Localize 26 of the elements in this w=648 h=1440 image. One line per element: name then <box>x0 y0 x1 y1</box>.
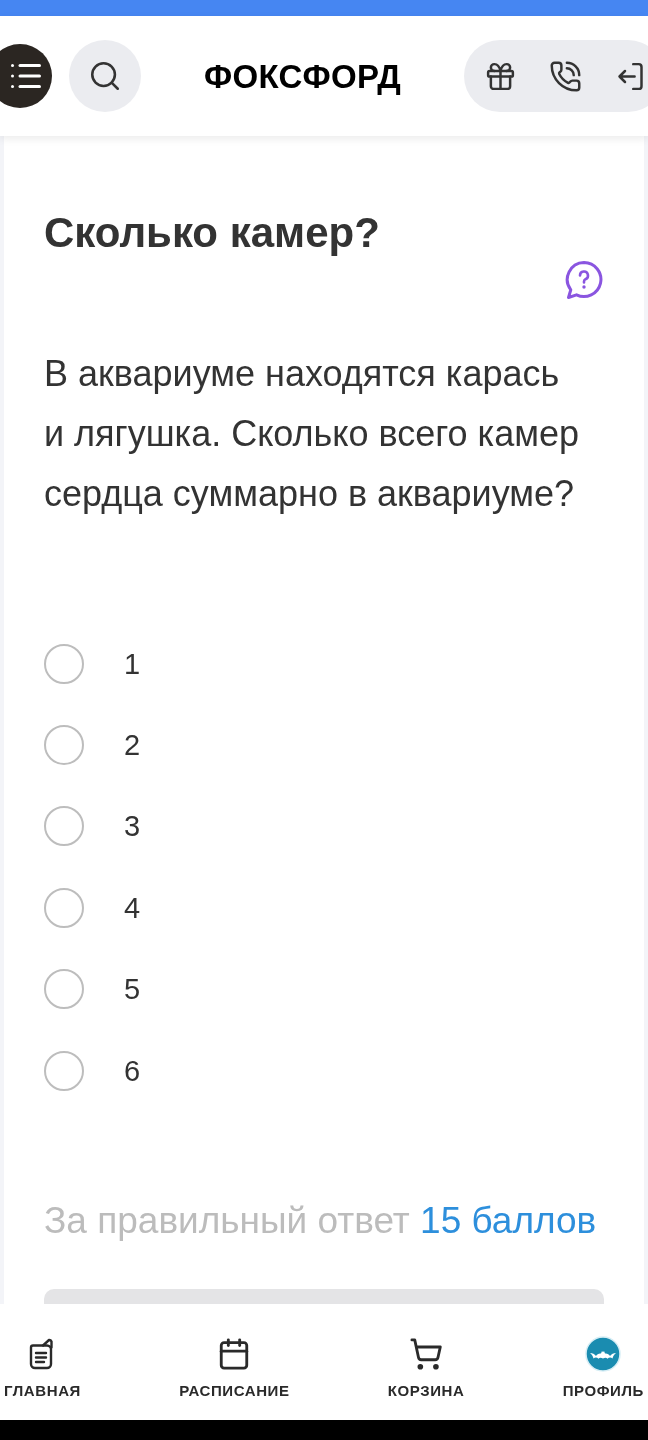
option-label[interactable]: 4 <box>124 887 141 928</box>
option-label[interactable]: 2 <box>124 725 141 766</box>
question-text: В аквариуме находятся карась и лягушка. Сколько всего камер сердца суммарно в аквариуме? <box>44 352 580 516</box>
radio-button[interactable] <box>44 806 84 847</box>
avatar-icon <box>585 1336 622 1372</box>
reward-note: За правильный ответ 15 баллов <box>44 1199 598 1244</box>
nav-tab[interactable]: КОРЗИНА <box>387 1336 465 1420</box>
radio-button[interactable] <box>44 725 84 766</box>
option-label[interactable]: 5 <box>124 969 141 1010</box>
menu-button[interactable] <box>0 44 52 108</box>
task-title: Сколько камер? <box>44 208 381 258</box>
logo[interactable]: ФОКСФОРД <box>203 59 402 93</box>
radio-button[interactable] <box>44 969 84 1010</box>
search-icon <box>88 59 122 93</box>
radio-button[interactable] <box>44 643 84 684</box>
radio-button[interactable] <box>44 887 84 928</box>
option-label[interactable]: 6 <box>124 1050 141 1091</box>
phone-icon[interactable] <box>549 59 582 93</box>
option-label[interactable]: 3 <box>124 806 141 847</box>
help-chat-icon[interactable] <box>564 260 604 300</box>
option-label[interactable]: 1 <box>124 643 141 684</box>
cart-icon <box>408 1336 445 1372</box>
nav-tab[interactable]: ПРОФИЛЬ <box>562 1336 644 1420</box>
radio-button[interactable] <box>44 1050 84 1091</box>
nav-tab[interactable]: РАСПИСАНИЕ <box>179 1336 290 1420</box>
nav-tab[interactable]: ГЛАВНАЯ <box>4 1336 81 1420</box>
